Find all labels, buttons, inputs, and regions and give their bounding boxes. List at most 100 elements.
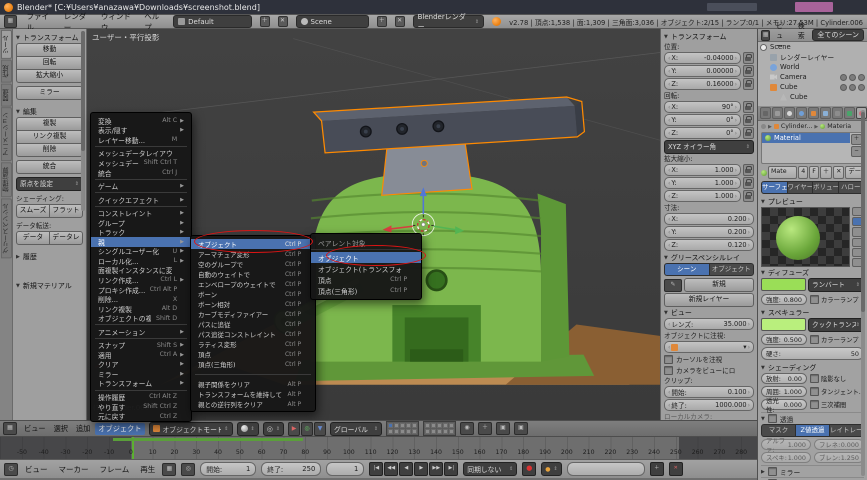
diffuse-intensity-slider[interactable]: 強度:0.800 bbox=[761, 294, 807, 305]
lens-field[interactable]: レンズ:35.000 bbox=[664, 318, 754, 330]
submenu-item[interactable]: 親子関係をクリア Alt P ▶ bbox=[191, 379, 315, 389]
join-button[interactable]: 統合 bbox=[16, 160, 83, 174]
screen-layout-selector[interactable]: Default bbox=[173, 15, 252, 28]
transfer-data-button[interactable]: データ bbox=[16, 231, 50, 245]
submenu-item[interactable]: オブジェクト Ctrl P ▶ bbox=[191, 239, 315, 249]
diffuse-header[interactable]: ▼ ディフューズ bbox=[761, 267, 864, 278]
diffuse-color-swatch[interactable] bbox=[761, 278, 806, 291]
transfer-data-layout-button[interactable]: データレ bbox=[49, 231, 83, 245]
viewport-menu-item[interactable]: ビュー bbox=[21, 423, 49, 435]
editor-type-info-icon[interactable]: ▦ bbox=[4, 15, 17, 28]
menu-item[interactable]: プロキシ作成... Ctrl Alt P ▶ bbox=[91, 285, 191, 295]
menu-item[interactable]: 元に戻す Ctrl Z ▶ bbox=[91, 411, 191, 421]
layer-buttons-left[interactable] bbox=[386, 421, 419, 436]
menu-item[interactable]: ミラー ▶ bbox=[91, 369, 191, 379]
lock-icon[interactable] bbox=[743, 52, 754, 64]
submenu-item[interactable]: カーブモディファイアー Ctrl P ▶ bbox=[191, 309, 315, 319]
shading-dropdown[interactable]: ⇕ bbox=[237, 422, 259, 436]
render-opengl-button[interactable]: ▣ bbox=[496, 422, 510, 435]
transform-section-header[interactable]: ▼ トランスフォーム bbox=[16, 32, 83, 43]
scale-toggle[interactable]: ▼ bbox=[314, 422, 326, 436]
menu-item[interactable]: 適用 Ctrl A ▶ bbox=[91, 350, 191, 360]
menu-item[interactable]: グループ ▶ bbox=[91, 218, 191, 228]
menu-item[interactable]: シングルユーザー化 U ▶ bbox=[91, 247, 191, 257]
transparency-checkbox[interactable] bbox=[768, 414, 777, 423]
frame-lock-icon[interactable]: ◎ bbox=[181, 463, 195, 476]
shading-value-slider[interactable]: 透光性:0.000 bbox=[761, 399, 807, 410]
shading-value-slider[interactable]: 放射:0.00 bbox=[761, 373, 807, 384]
shading-checkbox[interactable] bbox=[810, 400, 819, 409]
submenu-item[interactable]: 空のグループで Ctrl P ▶ bbox=[191, 259, 315, 269]
properties-tab[interactable] bbox=[844, 107, 855, 119]
gp-source-tab[interactable]: オブジェクト bbox=[709, 263, 755, 276]
menu-item[interactable]: クイックエフェクト ▶ bbox=[91, 195, 191, 205]
breadcrumb-object[interactable]: Cylinder... bbox=[781, 123, 813, 130]
lock-icon[interactable] bbox=[743, 114, 754, 126]
submenu-item[interactable]: エンベロープのウェイトで Ctrl P ▶ bbox=[191, 279, 315, 289]
menu-item[interactable]: トランスフォーム ▶ bbox=[91, 379, 191, 389]
sync-dropdown[interactable]: 同期しない ⇕ bbox=[463, 462, 517, 476]
set-origin-dropdown[interactable]: 原点を設定 ⇕ bbox=[16, 177, 83, 191]
dimension-field[interactable]: X:0.200 bbox=[664, 213, 754, 225]
lock-cursor-checkbox[interactable] bbox=[664, 355, 673, 364]
clip-end-field[interactable]: 終了:1000.000 bbox=[664, 399, 754, 411]
view-panel-header[interactable]: ▼ ビュー bbox=[664, 307, 754, 318]
eyedropper-icon[interactable]: ▾ bbox=[678, 343, 746, 351]
menu-item[interactable]: スナップ Shift S ▶ bbox=[91, 340, 191, 350]
menu-item[interactable]: メッシュデータの転送 Shift Ctrl T ▶ bbox=[91, 158, 191, 168]
menu-item[interactable]: メッシュデータレイアウトを転送 ▶ bbox=[91, 149, 191, 159]
editor-type-outliner-icon[interactable]: ▦ bbox=[761, 30, 770, 41]
menu-item[interactable]: 統合 Ctrl J ▶ bbox=[91, 168, 191, 178]
submenu-item[interactable]: パスに追従 Ctrl P ▶ bbox=[191, 319, 315, 329]
toolshelf-scrollbar[interactable] bbox=[81, 31, 85, 211]
snap-toggle[interactable]: ◉ bbox=[460, 422, 474, 435]
lock-icon[interactable] bbox=[743, 177, 754, 189]
lock-icon[interactable] bbox=[743, 78, 754, 90]
properties-tab[interactable] bbox=[808, 107, 819, 119]
layer-buttons-right[interactable] bbox=[423, 421, 456, 436]
submenu-item[interactable]: 頂点 Ctrl P ▶ bbox=[191, 349, 315, 359]
menu-item[interactable]: リンク作成... Ctrl L ▶ bbox=[91, 275, 191, 285]
menu-item[interactable]: コンストレイント ▶ bbox=[91, 208, 191, 218]
location-field[interactable]: Z:0.16000 bbox=[664, 78, 741, 90]
menu-item[interactable]: ゲーム ▶ bbox=[91, 181, 191, 191]
toolshelf-tab[interactable]: 関連 bbox=[1, 84, 12, 107]
playback-button[interactable]: ▶| bbox=[444, 462, 458, 476]
translate-toggle[interactable]: ▶ bbox=[288, 422, 300, 436]
toolshelf-tab[interactable]: グリースペンシル bbox=[1, 198, 12, 258]
layout-add-button[interactable]: ＋ bbox=[260, 16, 270, 27]
timeline-menu-item[interactable]: マーカー bbox=[57, 464, 91, 475]
keying-set-type-dropdown[interactable]: ● ⇕ bbox=[541, 462, 561, 476]
shading-checkbox[interactable] bbox=[810, 387, 819, 396]
specular-intensity-slider[interactable]: 強度:0.500 bbox=[761, 334, 807, 345]
menu-item[interactable]: トラック ▶ bbox=[91, 227, 191, 237]
rotation-field[interactable]: X:90° bbox=[664, 101, 741, 113]
toolshelf-tab[interactable]: 物理演算 bbox=[1, 162, 12, 197]
scale-field[interactable]: Z:1.000 bbox=[664, 190, 741, 202]
unlink-material-button[interactable]: ✕ bbox=[833, 166, 844, 179]
submenu-item[interactable]: アーマチュア変形 Ctrl P ▶ bbox=[191, 249, 315, 259]
lock-icon[interactable] bbox=[743, 65, 754, 77]
location-field[interactable]: Y:0.00000 bbox=[664, 65, 741, 77]
submenu-item[interactable]: ボーン相対 Ctrl P ▶ bbox=[191, 299, 315, 309]
properties-tab[interactable] bbox=[832, 107, 843, 119]
lock-icon[interactable] bbox=[743, 164, 754, 176]
mirror-checkbox[interactable] bbox=[768, 467, 777, 476]
editor-type-timeline-icon[interactable]: ◷ bbox=[4, 463, 18, 476]
popup-item[interactable]: 頂点 Ctrl P ▶ bbox=[311, 274, 421, 285]
location-field[interactable]: X:-0.04000 bbox=[664, 52, 741, 64]
playback-button[interactable]: |◀ bbox=[369, 462, 383, 476]
shade-smooth-button[interactable]: スムーズ bbox=[16, 204, 50, 218]
submenu-item[interactable]: ▶ bbox=[191, 369, 315, 379]
end-frame-field[interactable]: 終了: 250 bbox=[261, 462, 321, 476]
scene-selector[interactable]: Scene bbox=[296, 15, 369, 28]
dimension-field[interactable]: Y:0.200 bbox=[664, 226, 754, 238]
outliner-row[interactable]: Cube bbox=[778, 92, 867, 102]
outliner-row[interactable]: レンダーレイヤー bbox=[768, 52, 867, 62]
scene-delete-button[interactable]: ✕ bbox=[395, 16, 405, 27]
menu-item[interactable]: やり直す Shift Ctrl Z ▶ bbox=[91, 402, 191, 412]
toolshelf-tab[interactable]: 作成 bbox=[1, 60, 12, 83]
menu-item[interactable]: 表示/隠す ▶ bbox=[91, 126, 191, 136]
material-browse-icon[interactable] bbox=[761, 170, 767, 176]
specular-header[interactable]: ▼ スペキュラー bbox=[761, 307, 864, 318]
